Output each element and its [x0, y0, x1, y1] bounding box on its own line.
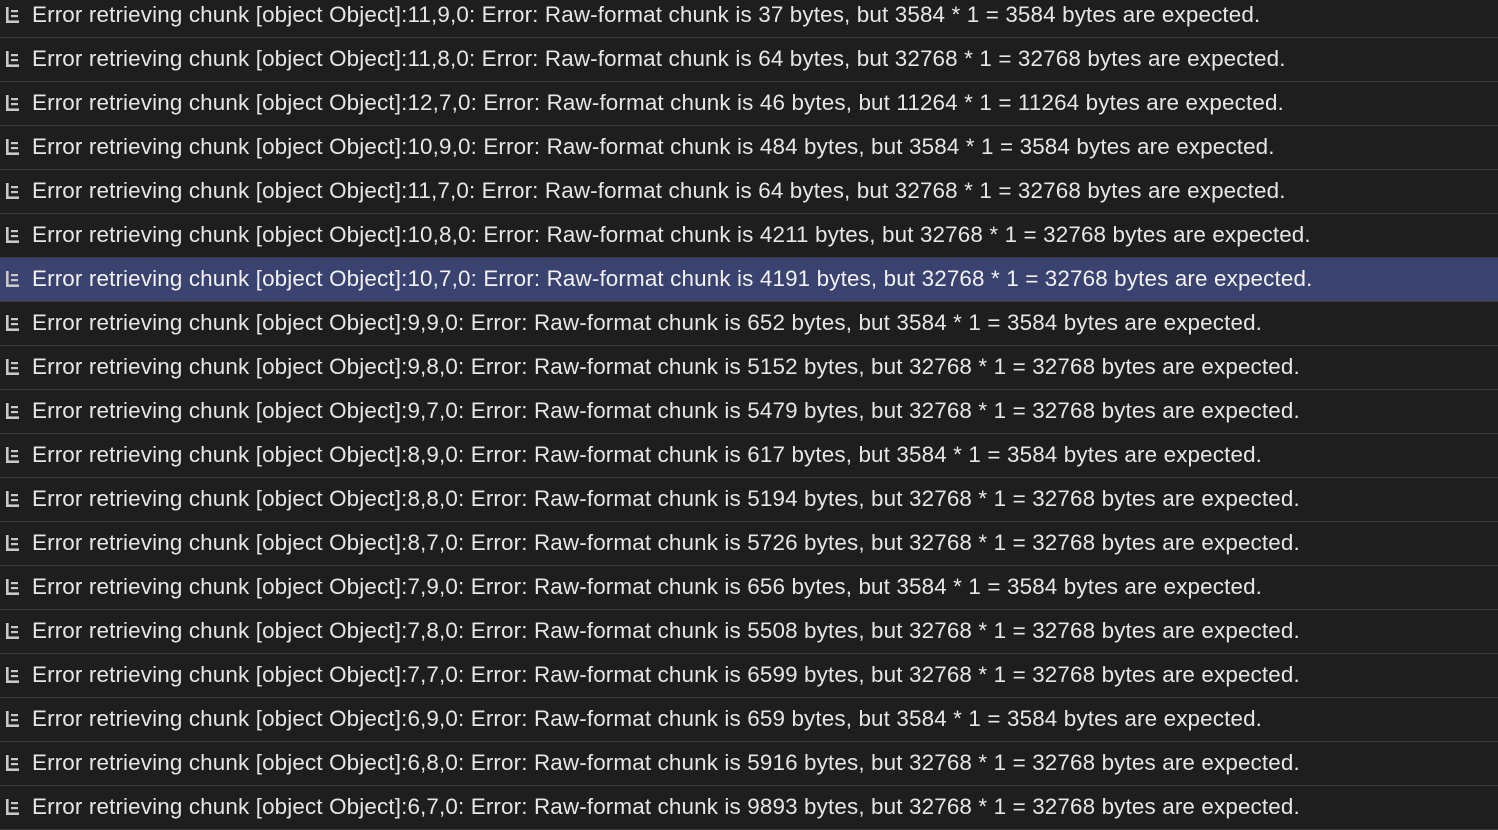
log-group-icon	[0, 38, 32, 82]
console-message-text: Error retrieving chunk [object Object]:7…	[32, 662, 1300, 687]
console-message-text: Error retrieving chunk [object Object]:9…	[32, 310, 1263, 335]
console-message-text: Error retrieving chunk [object Object]:7…	[32, 574, 1263, 599]
console-message-text: Error retrieving chunk [object Object]:1…	[32, 134, 1275, 159]
log-group-icon	[0, 302, 32, 346]
console-message-row[interactable]: Error retrieving chunk [object Object]:9…	[0, 390, 1498, 434]
console-message-text: Error retrieving chunk [object Object]:7…	[32, 618, 1300, 643]
console-message-row[interactable]: Error retrieving chunk [object Object]:1…	[0, 38, 1498, 82]
log-group-icon	[0, 258, 32, 302]
console-message-row[interactable]: Error retrieving chunk [object Object]:9…	[0, 302, 1498, 346]
log-group-icon	[0, 786, 32, 830]
console-message-row[interactable]: Error retrieving chunk [object Object]:6…	[0, 786, 1498, 830]
log-group-icon	[0, 522, 32, 566]
console-message-text: Error retrieving chunk [object Object]:8…	[32, 530, 1300, 555]
console-message-text: Error retrieving chunk [object Object]:6…	[32, 750, 1300, 775]
log-group-icon	[0, 742, 32, 786]
console-message-row[interactable]: Error retrieving chunk [object Object]:6…	[0, 698, 1498, 742]
console-message-row[interactable]: Error retrieving chunk [object Object]:8…	[0, 478, 1498, 522]
log-group-icon	[0, 0, 32, 38]
console-message-text: Error retrieving chunk [object Object]:6…	[32, 794, 1300, 819]
log-group-icon	[0, 126, 32, 170]
console-log-list: Error retrieving chunk [object Object]:1…	[0, 0, 1498, 830]
console-message-text: Error retrieving chunk [object Object]:1…	[32, 2, 1261, 27]
log-group-icon	[0, 214, 32, 258]
console-message-text: Error retrieving chunk [object Object]:1…	[32, 178, 1286, 203]
log-group-icon	[0, 698, 32, 742]
console-message-row[interactable]: Error retrieving chunk [object Object]:1…	[0, 126, 1498, 170]
console-message-row[interactable]: Error retrieving chunk [object Object]:1…	[0, 170, 1498, 214]
console-message-text: Error retrieving chunk [object Object]:8…	[32, 486, 1300, 511]
console-message-row[interactable]: Error retrieving chunk [object Object]:7…	[0, 610, 1498, 654]
console-message-row[interactable]: Error retrieving chunk [object Object]:1…	[0, 82, 1498, 126]
console-message-row[interactable]: Error retrieving chunk [object Object]:1…	[0, 0, 1498, 38]
console-message-text: Error retrieving chunk [object Object]:9…	[32, 398, 1300, 423]
console-message-text: Error retrieving chunk [object Object]:1…	[32, 266, 1313, 291]
console-message-text: Error retrieving chunk [object Object]:1…	[32, 222, 1311, 247]
console-message-text: Error retrieving chunk [object Object]:6…	[32, 706, 1263, 731]
log-group-icon	[0, 478, 32, 522]
console-message-text: Error retrieving chunk [object Object]:1…	[32, 90, 1284, 115]
console-message-row[interactable]: Error retrieving chunk [object Object]:7…	[0, 654, 1498, 698]
console-message-row[interactable]: Error retrieving chunk [object Object]:8…	[0, 434, 1498, 478]
log-group-icon	[0, 390, 32, 434]
log-group-icon	[0, 610, 32, 654]
log-group-icon	[0, 566, 32, 610]
console-message-row[interactable]: Error retrieving chunk [object Object]:7…	[0, 566, 1498, 610]
log-group-icon	[0, 82, 32, 126]
console-message-row[interactable]: Error retrieving chunk [object Object]:6…	[0, 742, 1498, 786]
console-message-row[interactable]: Error retrieving chunk [object Object]:9…	[0, 346, 1498, 390]
console-message-text: Error retrieving chunk [object Object]:9…	[32, 354, 1300, 379]
console-message-row-selected[interactable]: Error retrieving chunk [object Object]:1…	[0, 258, 1498, 302]
console-message-text: Error retrieving chunk [object Object]:8…	[32, 442, 1263, 467]
log-group-icon	[0, 346, 32, 390]
log-group-icon	[0, 434, 32, 478]
log-group-icon	[0, 654, 32, 698]
console-message-text: Error retrieving chunk [object Object]:1…	[32, 46, 1286, 71]
console-message-row[interactable]: Error retrieving chunk [object Object]:8…	[0, 522, 1498, 566]
log-group-icon	[0, 170, 32, 214]
console-message-row[interactable]: Error retrieving chunk [object Object]:1…	[0, 214, 1498, 258]
